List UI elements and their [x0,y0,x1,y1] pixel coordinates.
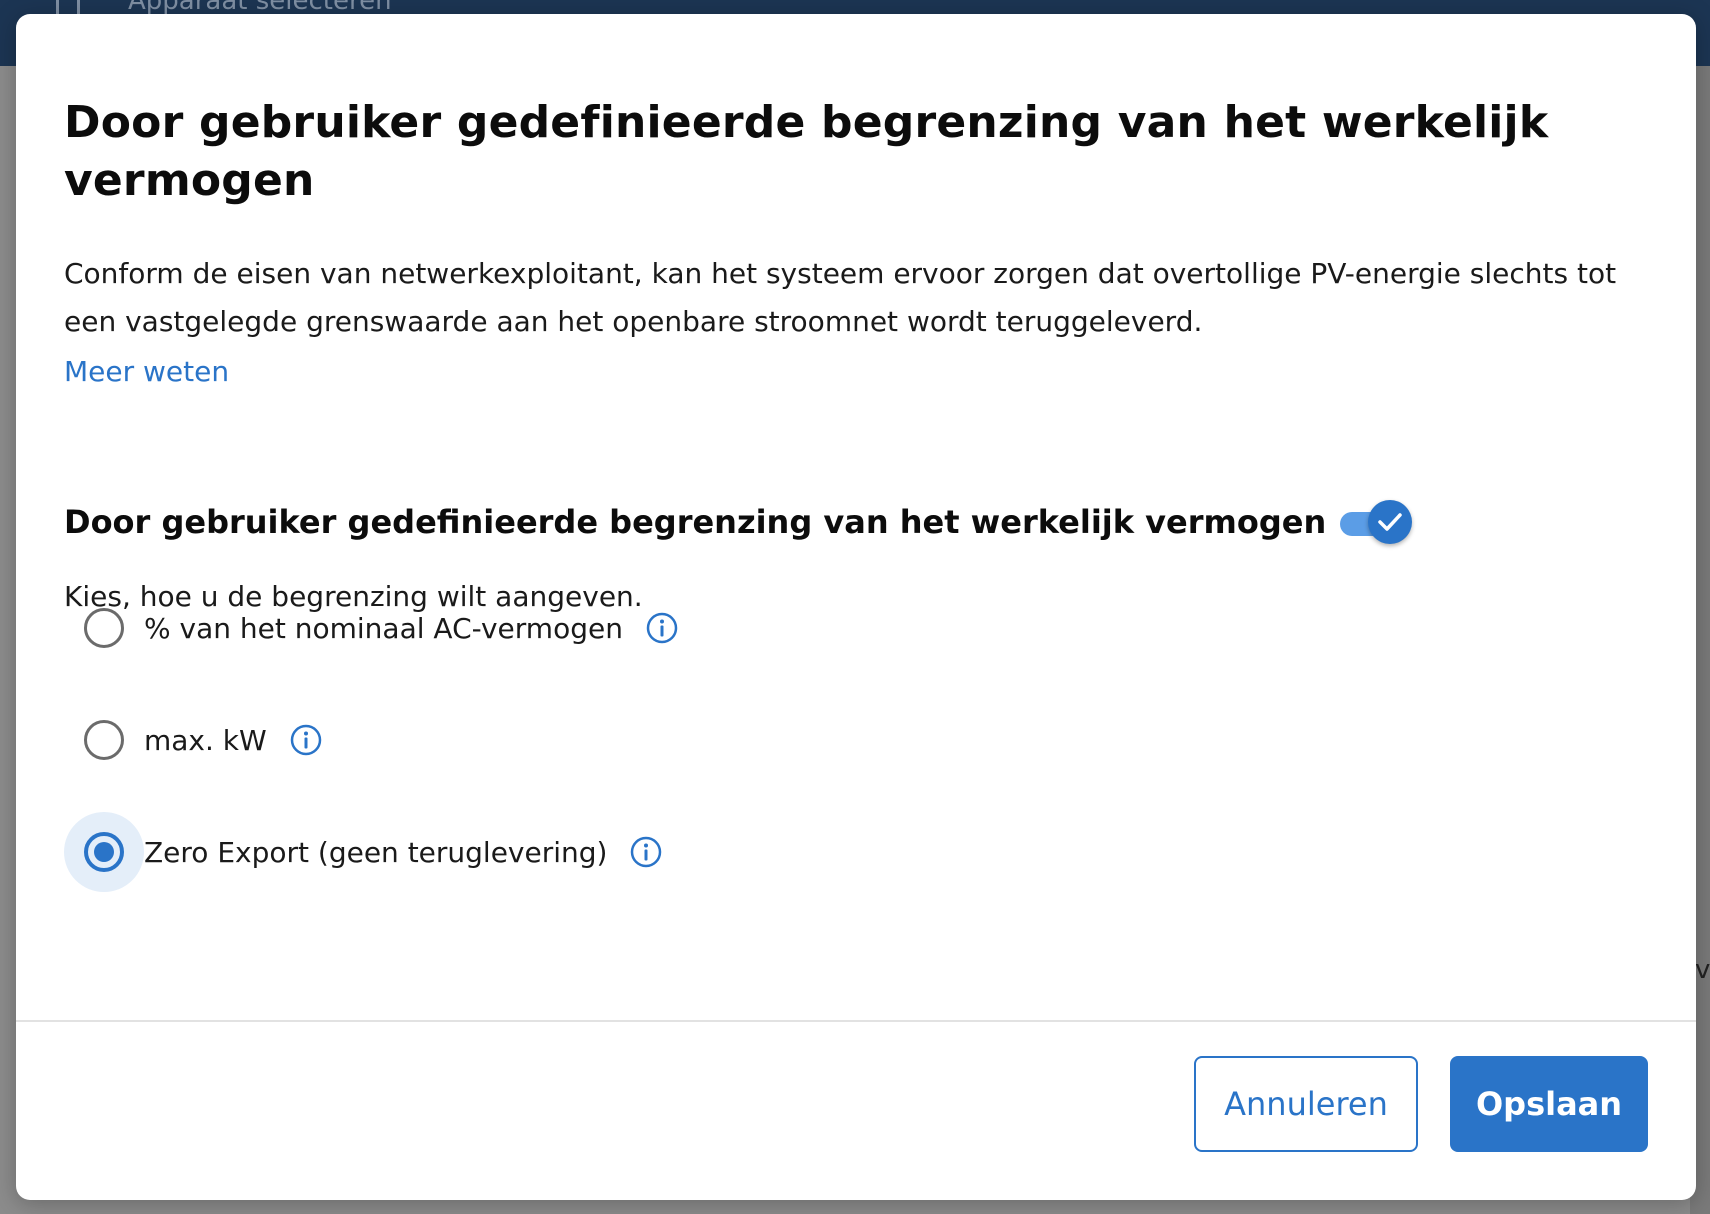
backdrop-text: va [1695,955,1710,985]
radio-button[interactable] [84,608,124,648]
cancel-button[interactable]: Annuleren [1194,1056,1418,1152]
radio-hit-area[interactable] [64,588,144,668]
learn-more-link[interactable]: Meer weten [64,348,229,396]
power-limit-toggle[interactable] [1338,500,1413,544]
checkmark-icon [1378,513,1402,531]
option-max-kw[interactable]: max. kW [64,700,323,780]
dialog-title: Door gebruiker gedefinieerde begrenzing … [64,97,1549,206]
radio-button-selected[interactable] [84,832,124,872]
limit-toggle-row: Door gebruiker gedefinieerde begrenzing … [64,492,1413,552]
option-label: Zero Export (geen teruglevering) [144,835,608,869]
info-icon[interactable] [289,723,323,757]
section-heading: Door gebruiker gedefinieerde begrenzing … [64,503,1327,541]
dialog-description: Conform de eisen van netwerkexploitant, … [64,257,1617,338]
option-percent-ac[interactable]: % van het nominaal AC-vermogen [64,588,679,668]
option-label: max. kW [144,723,267,757]
radio-button[interactable] [84,720,124,760]
radio-dot [94,842,114,862]
option-zero-export[interactable]: Zero Export (geen teruglevering) [64,812,663,892]
info-icon[interactable] [645,611,679,645]
toggle-knob [1368,500,1413,544]
info-icon[interactable] [629,835,663,869]
radio-hit-area[interactable] [64,812,144,892]
radio-hit-area[interactable] [64,700,144,780]
footer-divider [16,1020,1696,1022]
save-button[interactable]: Opslaan [1450,1056,1648,1152]
option-label: % van het nominaal AC-vermogen [144,611,623,645]
power-limit-dialog: Door gebruiker gedefinieerde begrenzing … [16,14,1696,1200]
